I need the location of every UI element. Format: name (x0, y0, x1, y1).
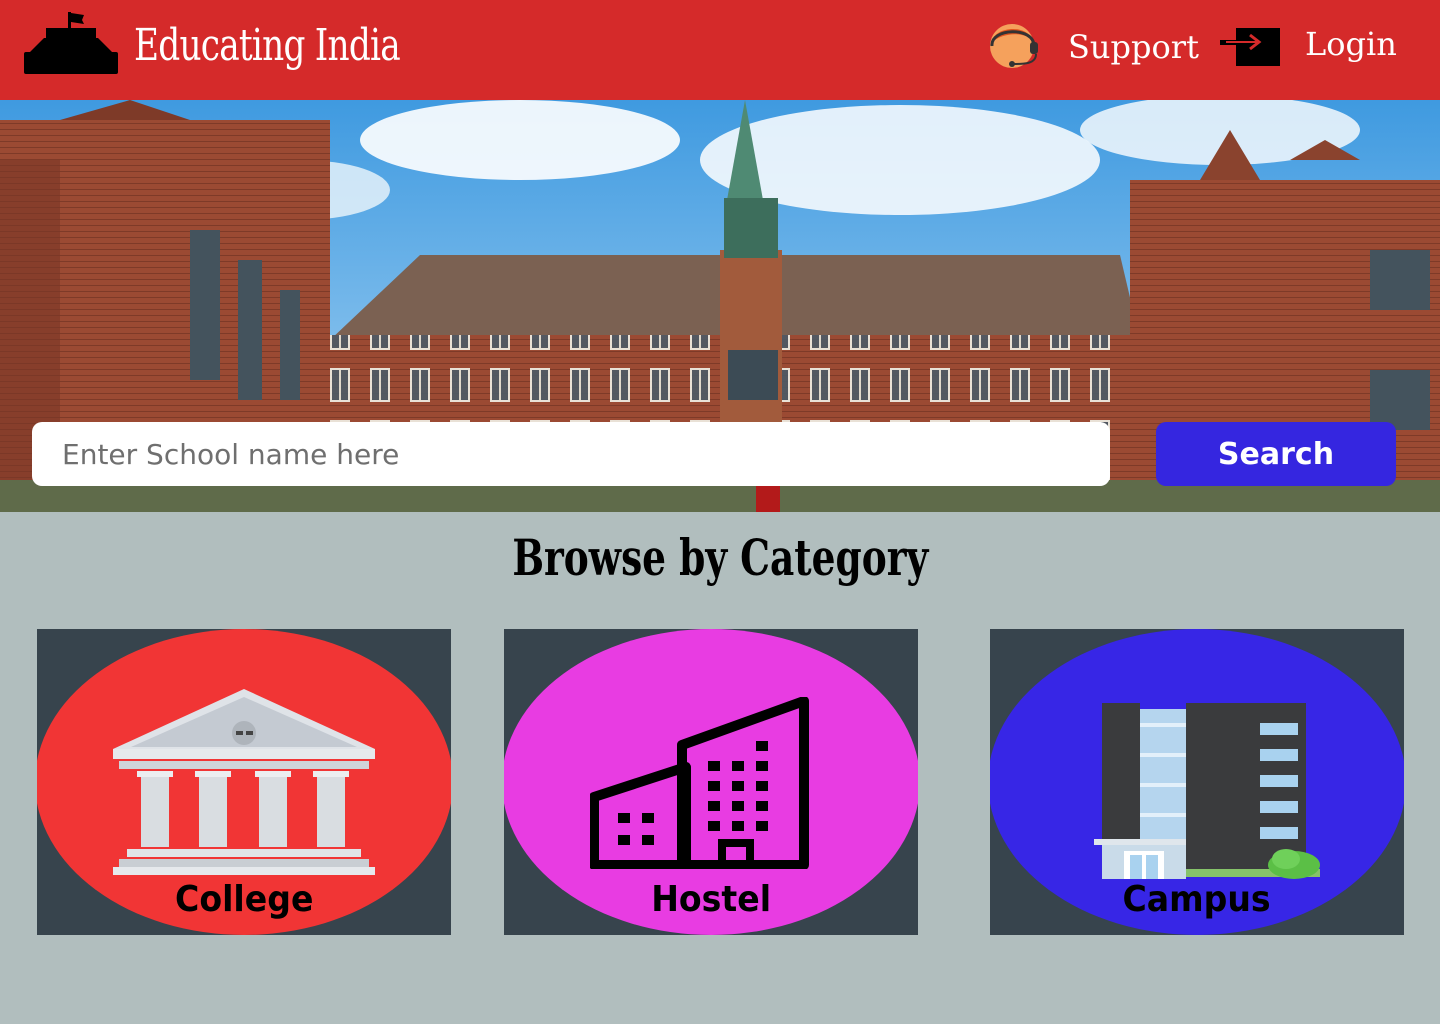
category-label-campus: Campus (1122, 879, 1272, 920)
support-agent-icon[interactable] (984, 20, 1046, 70)
school-logo-icon[interactable] (24, 12, 118, 74)
top-navbar: Educating India Support Login (0, 0, 1440, 100)
browse-category-title: Browse by Category (512, 528, 928, 587)
category-card-hostel[interactable]: Hostel (504, 629, 918, 935)
brand-name[interactable]: Educating India (134, 20, 401, 71)
support-link[interactable]: Support (1068, 28, 1199, 66)
category-label-college: College (174, 879, 314, 920)
login-link[interactable]: Login (1305, 25, 1397, 63)
campus-building-icon (1094, 703, 1320, 879)
hero-banner: Search (0, 100, 1440, 512)
category-label-hostel: Hostel (651, 879, 771, 920)
category-card-college[interactable]: College (37, 629, 451, 935)
login-icon[interactable] (1220, 24, 1282, 68)
school-search-input[interactable] (32, 422, 1110, 486)
hostel-building-icon (590, 697, 809, 869)
college-building-icon (113, 689, 375, 875)
category-card-campus[interactable]: Campus (990, 629, 1404, 935)
search-button[interactable]: Search (1156, 422, 1396, 486)
